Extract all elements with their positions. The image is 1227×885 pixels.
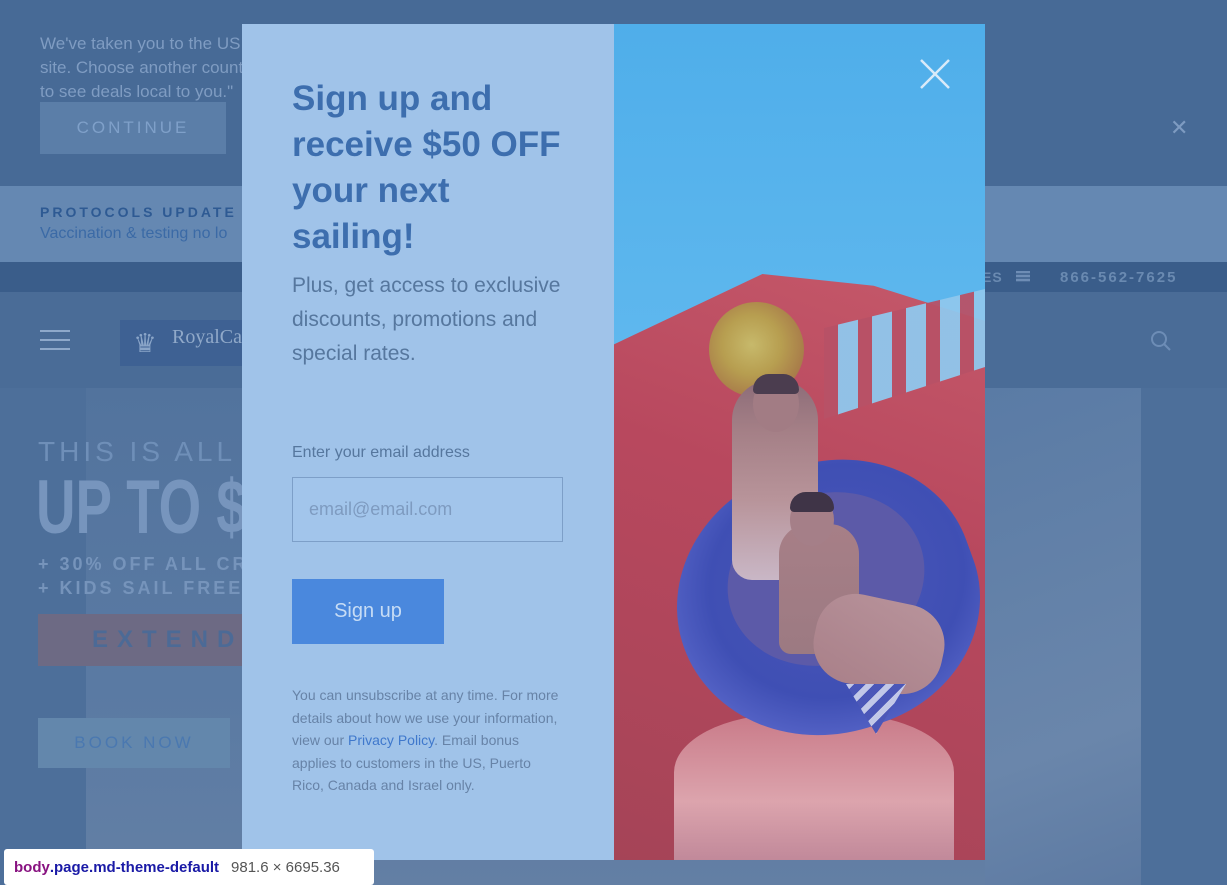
signup-button[interactable]: Sign up xyxy=(292,579,444,644)
search-icon[interactable] xyxy=(1150,330,1172,352)
close-icon[interactable] xyxy=(917,56,953,92)
privacy-policy-link[interactable]: Privacy Policy xyxy=(348,732,434,748)
logo-text: RoyalCa xyxy=(172,326,242,348)
hero-headline: UP TO $ xyxy=(36,465,247,550)
country-banner-text: We've taken you to the US site. Choose a… xyxy=(40,34,258,101)
hero-eyebrow: THIS IS ALL T xyxy=(38,436,268,467)
continue-button[interactable]: CONTINUE xyxy=(40,102,226,154)
hero-side-image xyxy=(985,388,1141,885)
protocols-link[interactable]: Vaccination & testing no lo xyxy=(40,225,227,243)
signup-form-panel: Sign up and receive $50 OFF your next sa… xyxy=(242,24,614,860)
email-input[interactable] xyxy=(292,477,563,542)
tooltip-size: 981.6 × 6695.36 xyxy=(231,858,340,876)
modal-heading: Sign up and receive $50 OFF your next sa… xyxy=(292,79,561,256)
extended-badge: EXTENDE xyxy=(38,614,258,666)
brand-logo[interactable]: ♛ RoyalCa xyxy=(120,320,250,366)
promo-photo xyxy=(614,24,985,860)
email-label: Enter your email address xyxy=(292,444,470,461)
tooltip-tag: body xyxy=(14,858,50,876)
utility-item[interactable]: ES xyxy=(982,269,1003,285)
modal-subheading: Plus, get access to exclusive discounts,… xyxy=(292,274,561,365)
crown-anchor-icon: ♛ xyxy=(133,328,157,358)
signup-modal: Sign up and receive $50 OFF your next sa… xyxy=(242,24,985,860)
hero-offer-2: + KIDS SAIL FREE* xyxy=(38,578,254,598)
menu-icon[interactable] xyxy=(40,330,70,350)
book-now-button[interactable]: BOOK NOW xyxy=(38,718,230,768)
phone-number[interactable]: 866-562-7625 xyxy=(1060,269,1177,286)
close-icon[interactable]: ✕ xyxy=(1170,117,1188,139)
devtools-tooltip: body .page.md-theme-default 981.6 × 6695.3… xyxy=(4,849,374,885)
protocols-title: PROTOCOLS UPDATE xyxy=(40,204,237,220)
disclaimer-text: You can unsubscribe at any time. For mor… xyxy=(292,684,562,797)
tooltip-classes: .page.md-theme-default xyxy=(49,858,220,876)
us-flag-icon xyxy=(1016,271,1030,282)
hero-offer-1: + 30% OFF ALL CR xyxy=(38,554,249,574)
